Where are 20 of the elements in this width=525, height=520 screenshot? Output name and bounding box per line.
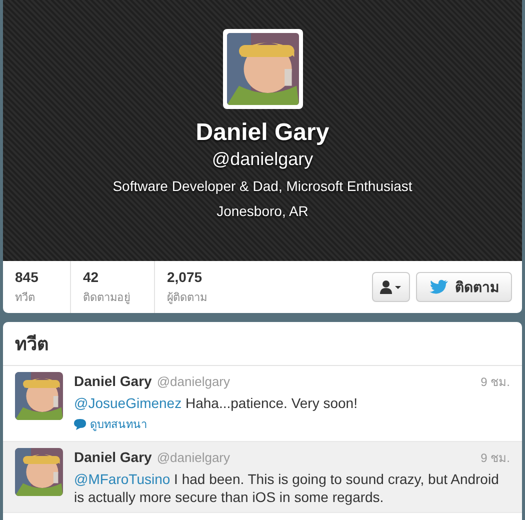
profile-handle: @danielgary: [212, 149, 314, 170]
stat-link[interactable]: 845 ทวีต: [3, 261, 71, 313]
tweet-text: @JosueGimenez Haha...patience. Very soon!: [74, 394, 358, 412]
mention-link[interactable]: @JosueGimenez: [74, 395, 182, 411]
tweet-handle: @danielgary: [156, 450, 230, 464]
profile-location: Jonesboro, AR: [216, 203, 308, 219]
stat-link[interactable]: 42 ติดตามอยู่: [71, 261, 155, 313]
profile-name: Daniel Gary: [196, 119, 330, 147]
mention-link[interactable]: @MFaroTusino: [74, 470, 170, 486]
tweet-text: @MFaroTusino I had been. This is going to sound crazy, but Android is actually more secure than iOS in some regards.: [74, 470, 500, 506]
tweet-time: 9 ชม.: [480, 450, 510, 466]
tweet-author: Daniel Gary: [74, 448, 152, 464]
stat-link[interactable]: 2,075 ผู้ติดตาม: [155, 261, 255, 313]
tweet-handle: @danielgary: [156, 374, 230, 389]
view-conversation-link[interactable]: ดูบทสนทนา: [74, 415, 147, 433]
tweet[interactable]: Daniel Gary @danielgary 9 ชม. @MFaroTusino I had been. This is going to sound crazy, but Android is actually more secure than iOS in some regards.: [3, 442, 522, 512]
tweet-author: Daniel Gary: [74, 373, 152, 389]
follow-button[interactable]: ติดตาม: [416, 272, 512, 302]
tweet-time: 9 ชม.: [480, 374, 510, 391]
profile-bio: Software Developer & Dad, Microsoft Enthusiast: [112, 178, 412, 194]
